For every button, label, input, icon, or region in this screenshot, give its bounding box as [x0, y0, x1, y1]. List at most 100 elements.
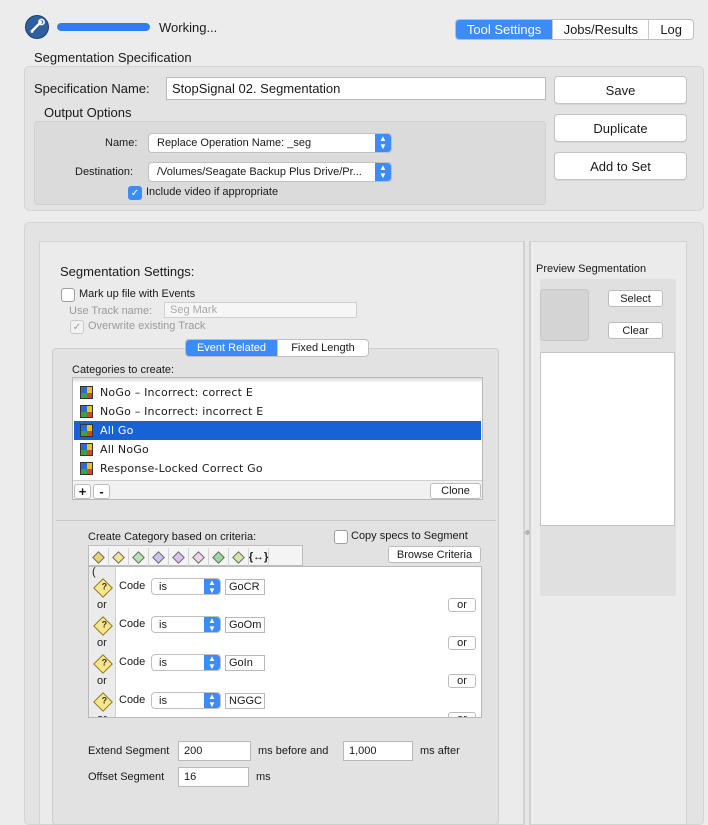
clone-button[interactable]: Clone: [430, 483, 481, 499]
copy-specs-label: Copy specs to Segment: [351, 530, 468, 542]
criterion-operator[interactable]: is ▲ ▼: [151, 692, 221, 709]
category-icon: [80, 386, 93, 399]
range-criteria-icon[interactable]: [169, 548, 189, 566]
markup-checkbox[interactable]: [61, 288, 75, 302]
list-item[interactable]: All NoGo: [74, 440, 481, 459]
category-label: Response-Locked Correct Go: [100, 462, 263, 475]
criterion-value-input[interactable]: NGGC: [225, 693, 265, 709]
criterion-field: Code: [119, 580, 146, 592]
extend-label: Extend Segment: [88, 745, 170, 757]
save-button[interactable]: Save: [554, 76, 687, 104]
criterion-operator[interactable]: is ▲ ▼: [151, 616, 221, 633]
criterion-field: Code: [119, 618, 146, 630]
track-name-input[interactable]: Seg Mark: [164, 302, 357, 318]
offset-label: Offset Segment: [88, 771, 165, 783]
list-criteria-icon[interactable]: [189, 548, 209, 566]
status-text: Working...: [159, 20, 218, 35]
include-video-checkbox[interactable]: ✓: [128, 186, 142, 200]
duplicate-button[interactable]: Duplicate: [554, 114, 687, 142]
after-input[interactable]: 1,000: [343, 741, 413, 761]
categories-list[interactable]: NoGo – Incorrect: correct E NoGo – Incor…: [72, 377, 483, 500]
before-input[interactable]: 200: [178, 741, 251, 761]
category-icon: [80, 443, 93, 456]
or-button[interactable]: or: [448, 636, 476, 650]
or-label: or: [97, 637, 107, 649]
add-to-set-button[interactable]: Add to Set: [554, 152, 687, 180]
add-category-button[interactable]: +: [74, 484, 91, 499]
group-criteria-icon[interactable]: [89, 548, 109, 566]
category-label: NoGo – Incorrect: incorrect E: [100, 405, 264, 418]
equal-criteria-icon[interactable]: [129, 548, 149, 566]
before-label: ms before and: [258, 745, 329, 757]
criterion-value-input[interactable]: GoCR: [225, 579, 265, 595]
offset-input[interactable]: 16: [178, 767, 249, 787]
tab-fixed-length[interactable]: Fixed Length: [277, 340, 368, 356]
browse-criteria-button[interactable]: Browse Criteria: [388, 546, 481, 563]
markup-label: Mark up file with Events: [79, 288, 196, 300]
checkmark-icon: ✓: [130, 187, 140, 199]
preview-thumbnail: [540, 289, 589, 341]
or-button[interactable]: or: [448, 598, 476, 612]
compare-criteria-icon[interactable]: [149, 548, 169, 566]
chevron-updown-icon: ▲ ▼: [375, 163, 391, 181]
chevron-updown-icon: ▲ ▼: [204, 655, 220, 670]
criterion-operator-value: is: [159, 694, 167, 707]
output-name-value: Replace Operation Name: _seg: [157, 137, 312, 149]
criteria-toolbar: {↔}: [88, 545, 303, 566]
or-label: or: [97, 713, 107, 717]
list-item[interactable]: Response-Locked Correct Go: [74, 459, 481, 478]
seg-settings-header: Segmentation Settings:: [60, 264, 195, 279]
spec-name-label: Specification Name:: [34, 81, 150, 96]
destination-popup[interactable]: /Volumes/Seagate Backup Plus Drive/Pr...…: [148, 162, 392, 182]
criterion-value-input[interactable]: GoOm: [225, 617, 265, 633]
criterion-operator[interactable]: is ▲ ▼: [151, 654, 221, 671]
criterion-value-input[interactable]: GoIn: [225, 655, 265, 671]
tab-event-related[interactable]: Event Related: [186, 340, 277, 356]
track-name-placeholder: Seg Mark: [170, 304, 218, 316]
or-button[interactable]: or: [448, 674, 476, 688]
preview-list[interactable]: [540, 352, 675, 526]
output-name-popup[interactable]: Replace Operation Name: _seg ▲ ▼: [148, 133, 392, 153]
chip-criteria-icon[interactable]: [209, 548, 229, 566]
app-icon: [25, 15, 49, 39]
criterion-field: Code: [119, 656, 146, 668]
overwrite-checkbox[interactable]: ✓: [70, 320, 84, 334]
destination-label: Destination:: [75, 166, 134, 178]
criterion-operator-value: is: [159, 618, 167, 631]
copy-specs-checkbox[interactable]: [334, 530, 348, 544]
categories-label: Categories to create:: [72, 364, 175, 376]
bracket-criteria-icon[interactable]: {↔}: [249, 548, 269, 566]
or-button[interactable]: or: [448, 712, 476, 717]
checkmark-icon: ✓: [72, 321, 82, 333]
open-paren: (: [92, 566, 96, 578]
chevron-updown-icon: ▲ ▼: [204, 693, 220, 708]
tab-jobs-results[interactable]: Jobs/Results: [552, 20, 648, 39]
category-icon: [80, 405, 93, 418]
spec-name-input[interactable]: StopSignal 02. Segmentation: [166, 77, 546, 100]
criteria-editor[interactable]: ( ? Code is ▲ ▼ GoCR or or? Code is ▲ ▼ Go…: [88, 566, 482, 718]
or-label: or: [97, 675, 107, 687]
list-footer: [73, 480, 482, 499]
tab-tool-settings[interactable]: Tool Settings: [456, 20, 553, 39]
or-label: or: [97, 599, 107, 611]
criterion-operator-value: is: [159, 656, 167, 669]
remove-category-button[interactable]: -: [93, 484, 110, 499]
preview-header: Preview Segmentation: [536, 263, 647, 275]
criterion-operator-value: is: [159, 580, 167, 593]
destination-value: /Volumes/Seagate Backup Plus Drive/Pr...: [157, 166, 362, 178]
list-item[interactable]: NoGo – Incorrect: incorrect E: [74, 402, 481, 421]
criterion-field: Code: [119, 694, 146, 706]
select-button[interactable]: Select: [608, 290, 663, 307]
category-icon: [80, 462, 93, 475]
signal-criteria-icon[interactable]: [229, 548, 249, 566]
list-item[interactable]: NoGo – Incorrect: correct E: [74, 383, 481, 402]
tab-log[interactable]: Log: [648, 20, 693, 39]
question-criteria-icon[interactable]: [109, 548, 129, 566]
criterion-operator[interactable]: is ▲ ▼: [151, 578, 221, 595]
list-item-selected[interactable]: All Go: [74, 421, 481, 440]
clear-button[interactable]: Clear: [608, 322, 663, 339]
output-options-header: Output Options: [44, 105, 132, 120]
chevron-updown-icon: ▲ ▼: [204, 617, 220, 632]
include-video-label: Include video if appropriate: [146, 186, 279, 198]
